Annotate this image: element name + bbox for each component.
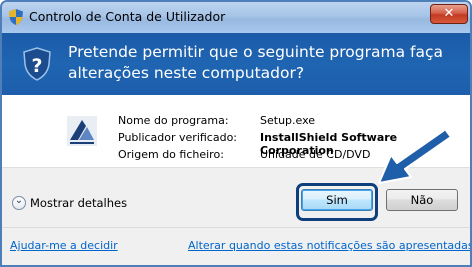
installshield-icon (67, 116, 97, 146)
chevron-down-icon: ⌄ (12, 195, 26, 210)
pointer-arrow-icon (378, 128, 452, 184)
program-name-value: Setup.exe (260, 114, 316, 127)
title-bar: Controlo de Conta de Utilizador ✕ (2, 2, 470, 33)
yes-button[interactable]: Sim (301, 189, 373, 211)
uac-shield-icon (9, 9, 23, 25)
publisher-label: Publicador verificado: (118, 131, 238, 144)
notification-settings-link[interactable]: Alterar quando estas notificações são ap… (188, 239, 472, 252)
window-title: Controlo de Conta de Utilizador (29, 9, 226, 24)
question-shield-icon: ? (23, 47, 51, 81)
header-message: Pretende permitir que o seguinte program… (68, 43, 443, 82)
show-details-label: Mostrar detalhes (30, 196, 128, 210)
program-name-label: Nome do programa: (118, 114, 229, 127)
file-origin-label: Origem do ficheiro: (118, 148, 224, 161)
help-link[interactable]: Ajudar-me a decidir (10, 239, 118, 252)
close-icon: ✕ (443, 6, 455, 21)
file-origin-value: Unidade de CD/DVD (260, 148, 371, 161)
close-button[interactable]: ✕ (430, 4, 468, 24)
svg-text:?: ? (31, 55, 42, 77)
uac-dialog: Controlo de Conta de Utilizador ✕ ? Pret… (0, 0, 472, 267)
header-band: ? Pretende permitir que o seguinte progr… (2, 33, 470, 95)
no-button[interactable]: Não (386, 189, 458, 211)
